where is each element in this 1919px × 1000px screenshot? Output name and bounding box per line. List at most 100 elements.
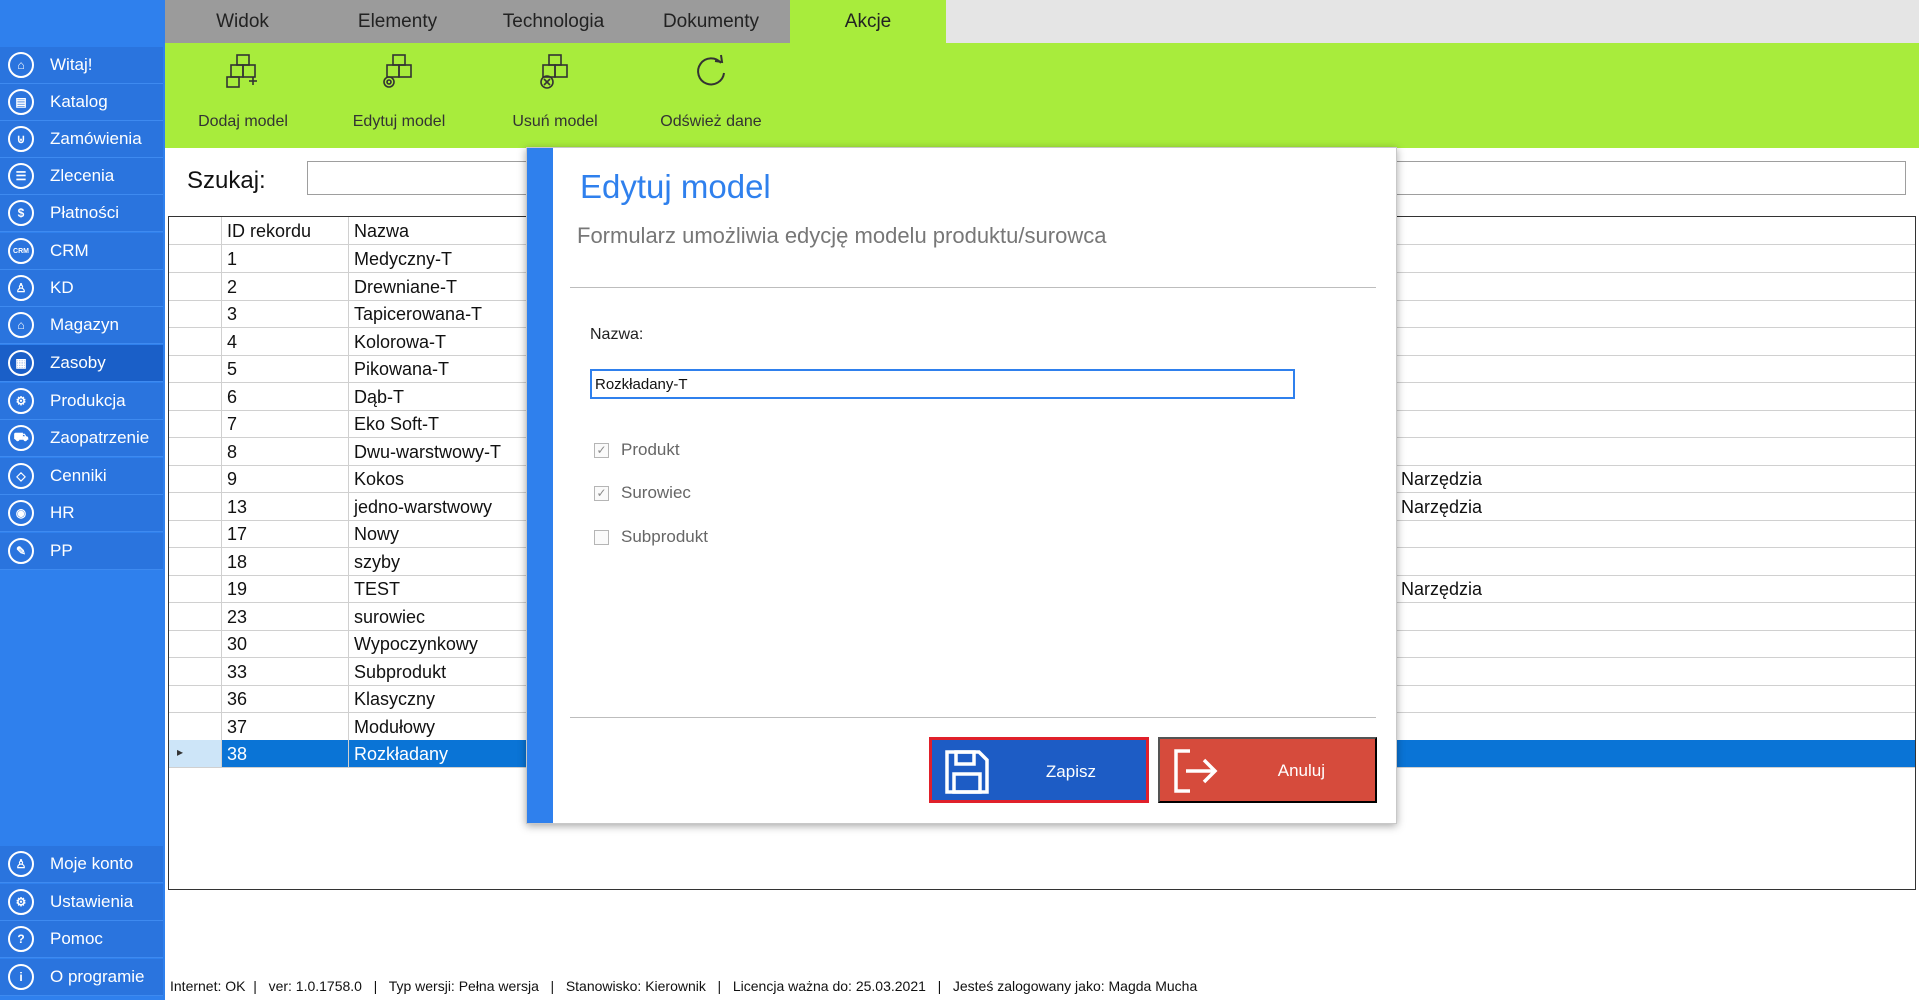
add-model-icon <box>226 54 257 88</box>
ribbon-button-label: Usuń model <box>512 113 598 130</box>
sidebar-item-label: Magazyn <box>50 315 119 334</box>
cell-id: 1 <box>227 249 238 269</box>
column-header-id[interactable]: ID rekordu <box>227 221 347 242</box>
cell-id: 2 <box>227 276 238 297</box>
column-divider <box>348 685 349 712</box>
cell-id: 23 <box>227 606 248 627</box>
row-selector[interactable] <box>169 575 222 602</box>
checkbox-produkt[interactable]: ✓ Produkt <box>594 440 680 460</box>
sidebar-item-zamowienia[interactable]: ⊍ Zamówienia <box>0 121 163 158</box>
row-selector[interactable] <box>169 657 222 685</box>
cell-id: 38 <box>227 744 248 764</box>
ribbon-button-label: Dodaj model <box>198 113 288 130</box>
tab-technologia[interactable]: Technologia <box>475 0 632 43</box>
row-selector[interactable] <box>169 630 222 657</box>
sidebar-item-zlecenia[interactable]: ☰ Zlecenia <box>0 158 163 195</box>
row-selector[interactable] <box>169 437 222 465</box>
dialog-accent-bar <box>527 148 553 823</box>
cell-extra: , Narzędzia <box>1391 496 1483 517</box>
row-selector[interactable] <box>169 465 222 492</box>
sidebar-item-pp[interactable]: ✎ PP <box>0 533 163 570</box>
checkbox-label: Produkt <box>621 440 680 459</box>
row-selector[interactable] <box>169 300 222 327</box>
row-selector[interactable] <box>169 712 222 740</box>
checkbox-box[interactable]: ✓ <box>594 442 609 458</box>
sidebar-item-magazyn[interactable]: ⌂ Magazyn <box>0 307 163 344</box>
crm-icon: CRM <box>8 238 34 264</box>
column-divider <box>348 437 349 465</box>
delete-model-button[interactable]: Usuń model <box>477 43 633 148</box>
row-selector[interactable] <box>169 602 222 630</box>
refresh-icon <box>697 54 725 86</box>
ribbon-button-label: Odśwież dane <box>660 113 762 130</box>
cell-id: 4 <box>227 331 238 352</box>
checkbox-box[interactable] <box>594 529 609 545</box>
sidebar-item-ustawienia[interactable]: ⚙ Ustawienia <box>0 884 163 921</box>
column-divider <box>348 575 349 602</box>
sidebar-item-katalog[interactable]: ▤ Katalog <box>0 84 163 121</box>
sidebar-item-label: Zamówienia <box>50 129 142 148</box>
column-divider <box>348 465 349 492</box>
dollar-icon: $ <box>8 200 34 226</box>
save-button[interactable]: Zapisz <box>929 737 1149 803</box>
row-selector[interactable] <box>169 382 222 410</box>
row-selector[interactable]: ▸ <box>169 740 222 767</box>
tab-widok[interactable]: Widok <box>165 0 320 43</box>
sidebar-item-label: HR <box>50 503 75 522</box>
row-selector[interactable] <box>169 492 222 520</box>
sidebar-item-crm[interactable]: CRM CRM <box>0 233 163 270</box>
refresh-button[interactable]: Odśwież dane <box>633 43 789 148</box>
cell-id: 37 <box>227 716 248 737</box>
cancel-button[interactable]: Anuluj <box>1158 737 1377 803</box>
sidebar-item-label: Katalog <box>50 92 108 111</box>
edit-model-button[interactable]: Edytuj model <box>321 43 477 148</box>
exit-icon <box>1174 749 1218 793</box>
cell-id: 18 <box>227 551 248 572</box>
sidebar-item-platnosci[interactable]: $ Płatności <box>0 195 163 232</box>
sidebar-item-o-programie[interactable]: i O programie <box>0 959 163 996</box>
cell-id: 19 <box>227 579 248 599</box>
add-model-button[interactable]: Dodaj model <box>165 43 321 148</box>
tab-akcje[interactable]: Akcje <box>790 0 946 43</box>
row-selector[interactable] <box>169 355 222 382</box>
checkbox-label: Subprodukt <box>621 527 708 546</box>
row-selector[interactable] <box>169 327 222 355</box>
sidebar-item-label: Zlecenia <box>50 166 115 185</box>
checkbox-box[interactable]: ✓ <box>594 485 609 501</box>
help-icon: ? <box>8 926 34 952</box>
row-pointer-icon: ▸ <box>177 745 184 759</box>
warehouse-icon: ⌂ <box>8 312 34 338</box>
truck-icon: ⛟ <box>8 425 34 451</box>
sidebar-item-cenniki[interactable]: ◇ Cenniki <box>0 458 163 495</box>
settings-icon: ⚙ <box>8 889 34 915</box>
row-selector[interactable] <box>169 410 222 437</box>
sidebar-item-hr[interactable]: ◉ HR <box>0 495 163 532</box>
tab-elementy[interactable]: Elementy <box>320 0 475 43</box>
cell-id: 17 <box>227 524 248 544</box>
row-selector[interactable] <box>169 245 222 272</box>
tab-dokumenty[interactable]: Dokumenty <box>632 0 790 43</box>
cancel-button-label: Anuluj <box>1277 761 1325 780</box>
sidebar-item-label: Pomoc <box>50 929 103 948</box>
sidebar-item-produkcja[interactable]: ⚙ Produkcja <box>0 383 163 420</box>
dialog-divider-top <box>570 287 1376 288</box>
checkbox-subprodukt[interactable]: Subprodukt <box>594 527 708 547</box>
sidebar-item-zasoby[interactable]: ▦ Zasoby <box>0 345 163 382</box>
info-icon: i <box>8 964 34 990</box>
sidebar-item-zaopatrzenie[interactable]: ⛟ Zaopatrzenie <box>0 420 163 457</box>
checkbox-surowiec[interactable]: ✓ Surowiec <box>594 483 691 503</box>
row-selector[interactable] <box>169 547 222 575</box>
sidebar-item-moje-konto[interactable]: ♙ Moje konto <box>0 846 163 883</box>
cell-id: 3 <box>227 304 238 324</box>
list-icon: ☰ <box>8 163 34 189</box>
row-selector[interactable] <box>169 685 222 712</box>
column-divider <box>348 602 349 630</box>
cell-id: 36 <box>227 689 248 709</box>
name-input[interactable] <box>590 369 1295 399</box>
sidebar-item-pomoc[interactable]: ? Pomoc <box>0 921 163 958</box>
sidebar-item-kd[interactable]: ♙ KD <box>0 270 163 307</box>
sidebar-item-witaj[interactable]: ⌂ Witaj! <box>0 47 163 84</box>
checkbox-label: Surowiec <box>621 483 691 502</box>
row-selector[interactable] <box>169 520 222 547</box>
row-selector[interactable] <box>169 272 222 300</box>
